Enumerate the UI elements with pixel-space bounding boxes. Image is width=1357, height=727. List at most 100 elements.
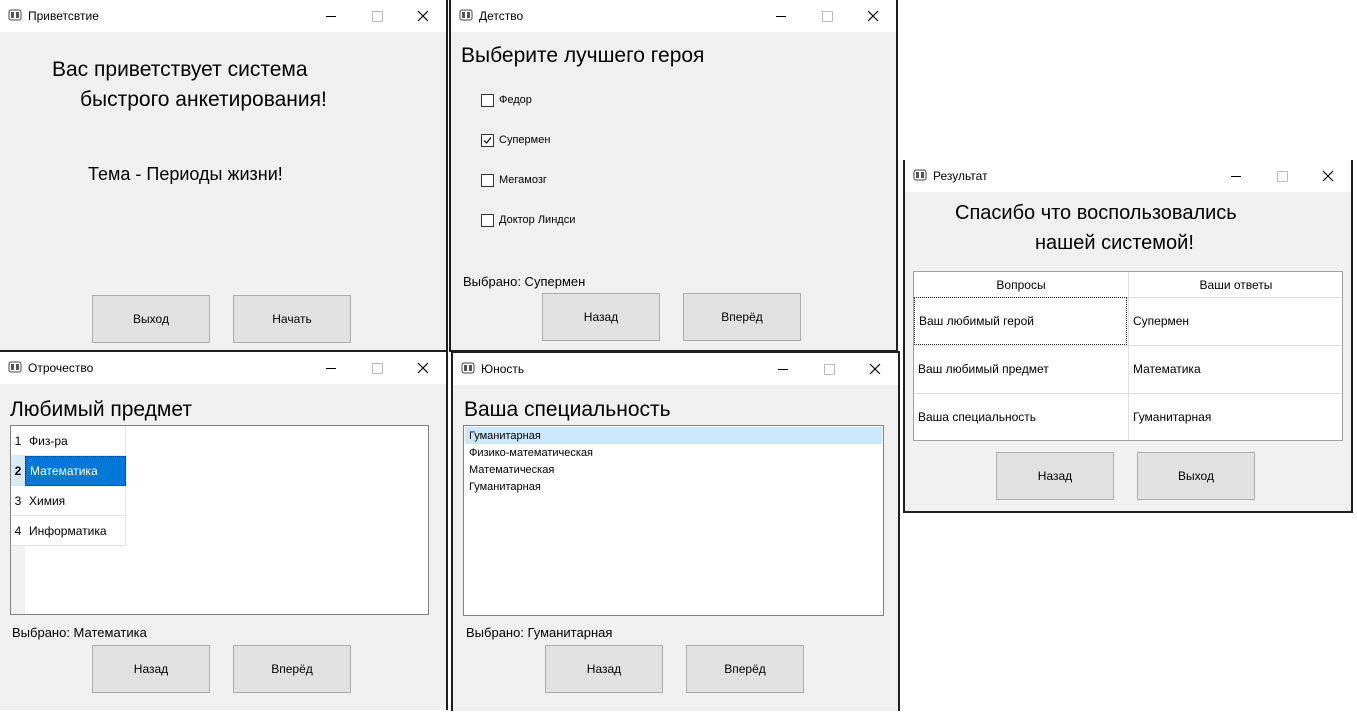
- app-icon: [461, 362, 475, 374]
- result-titlebar[interactable]: Результат: [905, 160, 1351, 192]
- back-button[interactable]: Назад: [545, 645, 663, 693]
- minimize-button[interactable]: [308, 352, 354, 384]
- close-button[interactable]: [400, 352, 446, 384]
- youth-window: Юность Ваша специальность Гуманитарная Ф…: [451, 351, 900, 711]
- grid-cell[interactable]: Математика: [25, 456, 126, 486]
- childhood-titlebar[interactable]: Детство: [451, 0, 896, 32]
- close-button[interactable]: [400, 0, 446, 32]
- next-button[interactable]: Вперёд: [686, 645, 804, 693]
- topic-label: Тема - Периоды жизни!: [88, 164, 283, 184]
- app-icon: [8, 9, 22, 21]
- option-label: Доктор Линдси: [499, 214, 576, 226]
- hero-option-3[interactable]: Мегамозг: [481, 172, 547, 188]
- answer-cell[interactable]: Математика: [1129, 345, 1343, 393]
- adolescence-window: Отрочество Любимый предмет 1 Физ-ра 2 Ма…: [0, 350, 448, 710]
- welcome-line-1: Вас приветствует система: [52, 58, 308, 81]
- question-cell[interactable]: Ваш любимый герой: [914, 297, 1127, 345]
- minimize-icon: [326, 367, 336, 369]
- checkbox[interactable]: [481, 93, 494, 107]
- window-title: Юность: [481, 362, 525, 376]
- childhood-window: Детство Выберите лучшего героя Федор Суп…: [449, 0, 898, 352]
- start-button[interactable]: Начать: [233, 295, 351, 343]
- check-icon: [483, 136, 492, 144]
- maximize-button[interactable]: [1259, 160, 1305, 192]
- youth-titlebar[interactable]: Юность: [453, 353, 898, 385]
- adolescence-heading: Любимый предмет: [10, 398, 192, 421]
- window-title: Результат: [933, 169, 988, 183]
- adolescence-titlebar[interactable]: Отрочество: [0, 352, 446, 384]
- question-cell[interactable]: Ваша специальность: [914, 393, 1127, 441]
- minimize-button[interactable]: [758, 0, 804, 32]
- answer-cell[interactable]: Гуманитарная: [1129, 393, 1343, 441]
- app-icon: [8, 361, 22, 373]
- maximize-icon: [821, 10, 833, 22]
- youth-heading: Ваша специальность: [464, 398, 671, 421]
- grid-cell[interactable]: Информатика: [25, 516, 126, 546]
- row-number: 2: [11, 456, 25, 486]
- exit-button[interactable]: Выход: [1137, 452, 1255, 500]
- thanks-line-1: Спасибо что воспользовались: [955, 202, 1237, 224]
- result-window: Результат Спасибо что воспользовались на…: [903, 160, 1353, 513]
- close-icon: [417, 362, 429, 374]
- app-icon: [459, 9, 473, 21]
- close-icon: [417, 10, 429, 22]
- minimize-button[interactable]: [308, 0, 354, 32]
- checkbox[interactable]: [481, 173, 494, 187]
- next-button[interactable]: Вперёд: [233, 645, 351, 693]
- hero-option-4[interactable]: Доктор Линдси: [481, 212, 575, 228]
- maximize-button[interactable]: [354, 352, 400, 384]
- maximize-button[interactable]: [806, 353, 852, 385]
- grid-cell[interactable]: Физ-ра: [25, 426, 126, 456]
- selected-label: Выбрано: Супермен: [463, 274, 586, 289]
- grid-row[interactable]: 3 Химия: [11, 486, 127, 516]
- column-header-answers[interactable]: Ваши ответы: [1129, 272, 1343, 297]
- minimize-button[interactable]: [760, 353, 806, 385]
- close-button[interactable]: [852, 353, 898, 385]
- next-button[interactable]: Вперёд: [683, 293, 801, 341]
- option-label: Супермен: [499, 134, 551, 146]
- answer-cell[interactable]: Супермен: [1129, 297, 1343, 345]
- minimize-icon: [776, 15, 786, 17]
- results-table[interactable]: Вопросы Ваши ответы Ваш любимый герой Су…: [913, 271, 1343, 441]
- subject-grid[interactable]: 1 Физ-ра 2 Математика 3 Химия 4 Информат…: [10, 425, 429, 615]
- list-item[interactable]: Математическая: [465, 461, 882, 478]
- row-number: 1: [11, 426, 25, 456]
- question-cell[interactable]: Ваш любимый предмет: [914, 345, 1127, 393]
- hero-option-1[interactable]: Федор: [481, 92, 532, 108]
- app-icon: [913, 169, 927, 181]
- checkbox[interactable]: [481, 133, 494, 147]
- minimize-icon: [778, 368, 788, 370]
- maximize-button[interactable]: [354, 0, 400, 32]
- list-item[interactable]: Физико-математическая: [465, 444, 882, 461]
- maximize-icon: [371, 10, 383, 22]
- column-header-questions[interactable]: Вопросы: [914, 272, 1128, 297]
- specialty-listbox[interactable]: Гуманитарная Физико-математическая Матем…: [463, 425, 884, 616]
- close-button[interactable]: [850, 0, 896, 32]
- grid-row[interactable]: 4 Информатика: [11, 516, 127, 546]
- window-title: Детство: [479, 9, 524, 23]
- exit-button[interactable]: Выход: [92, 295, 210, 343]
- selected-label: Выбрано: Гуманитарная: [466, 625, 613, 640]
- grid-row[interactable]: 1 Физ-ра: [11, 426, 127, 456]
- checkbox[interactable]: [481, 213, 494, 227]
- maximize-button[interactable]: [804, 0, 850, 32]
- back-button[interactable]: Назад: [92, 645, 210, 693]
- welcome-line-2: быстрого анкетирования!: [80, 88, 327, 111]
- hero-option-2[interactable]: Супермен: [481, 132, 550, 148]
- childhood-heading: Выберите лучшего героя: [461, 44, 705, 67]
- grid-cell[interactable]: Химия: [25, 486, 126, 516]
- close-icon: [867, 10, 879, 22]
- selected-label: Выбрано: Математика: [12, 625, 147, 640]
- window-title: Приветсвтие: [28, 9, 99, 23]
- welcome-titlebar[interactable]: Приветсвтие: [0, 0, 446, 32]
- back-button[interactable]: Назад: [542, 293, 660, 341]
- close-icon: [1322, 170, 1334, 182]
- option-label: Мегамозг: [499, 174, 547, 186]
- close-button[interactable]: [1305, 160, 1351, 192]
- list-item[interactable]: Гуманитарная: [465, 478, 882, 495]
- thanks-line-2: нашей системой!: [1035, 232, 1194, 254]
- back-button[interactable]: Назад: [996, 452, 1114, 500]
- minimize-button[interactable]: [1213, 160, 1259, 192]
- grid-row[interactable]: 2 Математика: [11, 456, 127, 486]
- list-item[interactable]: Гуманитарная: [465, 427, 882, 444]
